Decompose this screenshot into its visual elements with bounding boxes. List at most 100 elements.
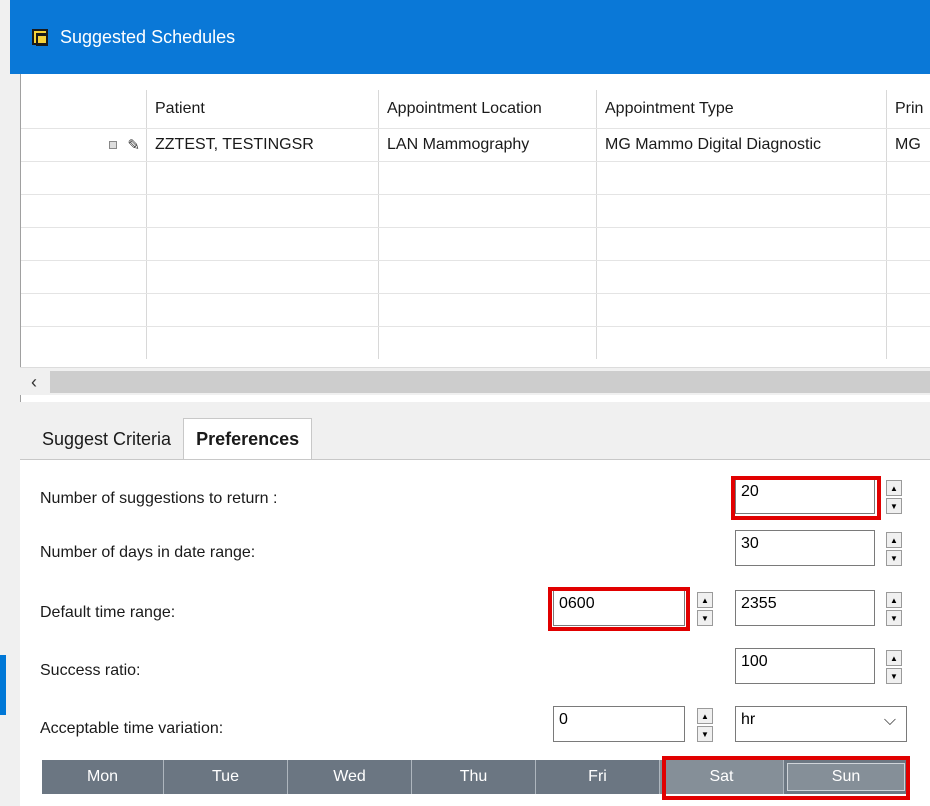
table-row [21, 293, 930, 326]
chevron-down-icon[interactable]: ⌵ [884, 712, 896, 730]
col-header-type[interactable]: Appointment Type [597, 90, 887, 128]
empty-cell [597, 195, 887, 227]
table-row [21, 161, 930, 194]
empty-cell [379, 327, 597, 359]
empty-cell [21, 261, 147, 293]
spin-up-icon[interactable]: ▲ [886, 650, 902, 666]
empty-cell [147, 261, 379, 293]
spin-down-icon[interactable]: ▼ [886, 498, 902, 514]
time-variation-stepper[interactable]: ▲ ▼ [697, 708, 713, 742]
success-ratio-label: Success ratio: [40, 662, 141, 679]
spin-up-icon[interactable]: ▲ [886, 592, 902, 608]
time-variation-label: Acceptable time variation: [40, 720, 224, 737]
empty-cell [147, 162, 379, 194]
empty-cell [379, 261, 597, 293]
empty-cell [887, 228, 930, 260]
col-header-patient[interactable]: Patient [147, 90, 379, 128]
day-fri[interactable]: Fri [536, 760, 660, 794]
time-variation-unit-value: hr [741, 711, 756, 728]
time-range-end-stepper[interactable]: ▲ ▼ [886, 592, 902, 626]
time-variation-input[interactable]: 0 [553, 706, 685, 742]
empty-cell [887, 261, 930, 293]
time-range-start-stepper[interactable]: ▲ ▼ [697, 592, 713, 626]
empty-cell [379, 294, 597, 326]
row-indicator: ✎ [21, 129, 147, 161]
success-ratio-stepper[interactable]: ▲ ▼ [886, 650, 902, 684]
table-row [21, 326, 930, 359]
empty-cell [887, 327, 930, 359]
row-header-spacer [21, 90, 147, 128]
day-sat[interactable]: Sat [660, 760, 784, 794]
tab-preferences[interactable]: Preferences [183, 418, 313, 460]
day-wed[interactable]: Wed [288, 760, 412, 794]
tab-strip: Suggest Criteria Preferences [30, 418, 313, 460]
time-range-start-input[interactable]: 0600 [553, 590, 685, 626]
horizontal-scrollbar[interactable]: ‹ [20, 367, 930, 395]
num-days-label: Number of days in date range: [40, 544, 256, 561]
grid-header: Patient Appointment Location Appointment… [21, 90, 930, 128]
spin-up-icon[interactable]: ▲ [886, 532, 902, 548]
col-header-prin[interactable]: Prin [887, 90, 930, 128]
empty-cell [21, 195, 147, 227]
empty-cell [21, 162, 147, 194]
table-row [21, 260, 930, 293]
empty-cell [597, 228, 887, 260]
cell-patient: ZZTEST, TESTINGSR [147, 129, 379, 161]
num-days-stepper[interactable]: ▲ ▼ [886, 532, 902, 566]
cell-location: LAN Mammography [379, 129, 597, 161]
empty-cell [887, 162, 930, 194]
spin-up-icon[interactable]: ▲ [697, 592, 713, 608]
empty-cell [887, 294, 930, 326]
table-row[interactable]: ✎ ZZTEST, TESTINGSR LAN Mammography MG M… [21, 128, 930, 161]
table-row [21, 194, 930, 227]
empty-cell [597, 294, 887, 326]
empty-cell [887, 195, 930, 227]
scroll-thumb[interactable] [50, 371, 930, 393]
empty-cell [597, 261, 887, 293]
schedule-grid: Patient Appointment Location Appointment… [20, 74, 930, 402]
scroll-left-button[interactable]: ‹ [20, 368, 48, 396]
cell-type: MG Mammo Digital Diagnostic [597, 129, 887, 161]
num-suggestions-stepper[interactable]: ▲ ▼ [886, 480, 902, 514]
success-ratio-input[interactable]: 100 [735, 648, 875, 684]
tab-suggest-criteria[interactable]: Suggest Criteria [30, 418, 183, 460]
day-sun[interactable]: Sun [787, 763, 905, 791]
spin-down-icon[interactable]: ▼ [697, 610, 713, 626]
col-header-location[interactable]: Appointment Location [379, 90, 597, 128]
num-suggestions-label: Number of suggestions to return : [40, 490, 278, 507]
empty-cell [147, 195, 379, 227]
spin-up-icon[interactable]: ▲ [886, 480, 902, 496]
empty-cell [597, 327, 887, 359]
cell-prin: MG [895, 136, 921, 153]
time-variation-unit-select[interactable]: hr ⌵ [735, 706, 907, 742]
calendar-icon [32, 29, 48, 46]
day-thu[interactable]: Thu [412, 760, 536, 794]
empty-cell [379, 195, 597, 227]
window-edge [0, 0, 10, 806]
pencil-icon: ✎ [127, 137, 140, 154]
time-range-label: Default time range: [40, 604, 176, 621]
title-bar: Suggested Schedules [10, 0, 930, 74]
empty-cell [147, 294, 379, 326]
spin-down-icon[interactable]: ▼ [886, 610, 902, 626]
empty-cell [21, 228, 147, 260]
table-row [21, 227, 930, 260]
spin-down-icon[interactable]: ▼ [697, 726, 713, 742]
empty-cell [147, 228, 379, 260]
spin-down-icon[interactable]: ▼ [886, 550, 902, 566]
empty-cell [21, 294, 147, 326]
window-title: Suggested Schedules [60, 26, 236, 47]
empty-cell [597, 162, 887, 194]
empty-cell [379, 162, 597, 194]
day-mon[interactable]: Mon [42, 760, 164, 794]
empty-cell [21, 327, 147, 359]
day-tue[interactable]: Tue [164, 760, 288, 794]
square-icon [109, 141, 118, 149]
num-suggestions-input[interactable]: 20 [735, 478, 875, 514]
spin-up-icon[interactable]: ▲ [697, 708, 713, 724]
empty-cell [147, 327, 379, 359]
time-range-end-input[interactable]: 2355 [735, 590, 875, 626]
num-days-input[interactable]: 30 [735, 530, 875, 566]
spin-down-icon[interactable]: ▼ [886, 668, 902, 684]
edge-accent [0, 655, 6, 715]
